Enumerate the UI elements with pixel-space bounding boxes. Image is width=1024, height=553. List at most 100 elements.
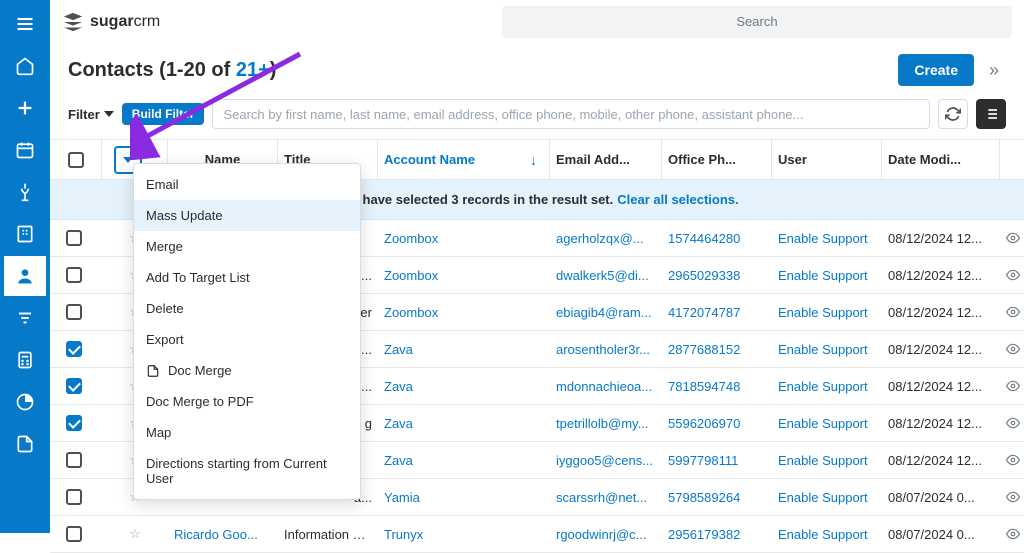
row-checkbox[interactable] [66, 267, 82, 283]
calendar-icon[interactable] [4, 130, 46, 170]
row-checkbox[interactable] [66, 415, 82, 431]
cell-user[interactable]: Enable Support [772, 453, 882, 468]
cell-name[interactable]: Ricardo Goo... [168, 527, 278, 542]
cell-phone[interactable]: 2877688152 [662, 342, 772, 357]
cell-user[interactable]: Enable Support [772, 268, 882, 283]
cell-email[interactable]: mdonnachieoa... [550, 379, 662, 394]
hamburger-icon[interactable] [4, 4, 46, 44]
dropdown-item-doc-merge-to-pdf[interactable]: Doc Merge to PDF [134, 386, 360, 417]
cell-user[interactable]: Enable Support [772, 231, 882, 246]
leads-icon[interactable] [4, 172, 46, 212]
dropdown-item-add-to-target-list[interactable]: Add To Target List [134, 262, 360, 293]
col-phone[interactable]: Office Ph... [662, 140, 772, 179]
cell-account[interactable]: Zava [378, 342, 550, 357]
cell-user[interactable]: Enable Support [772, 416, 882, 431]
cell-email[interactable]: tpetrillolb@my... [550, 416, 662, 431]
col-date[interactable]: Date Modi... [882, 140, 1000, 179]
dropdown-item-delete[interactable]: Delete [134, 293, 360, 324]
cell-phone[interactable]: 7818594748 [662, 379, 772, 394]
filter-toggle[interactable]: Filter [68, 107, 114, 122]
pie-chart-icon[interactable] [4, 382, 46, 422]
cell-account[interactable]: Zava [378, 379, 550, 394]
cell-email[interactable]: rgoodwinrj@c... [550, 527, 662, 542]
cell-date: 08/12/2024 12... [882, 268, 1000, 283]
topbar: sugarcrm Search [50, 0, 1024, 43]
cell-email[interactable]: arosentholer3r... [550, 342, 662, 357]
filter-icon[interactable] [4, 298, 46, 338]
cell-account[interactable]: Zoombox [378, 231, 550, 246]
row-checkbox[interactable] [66, 489, 82, 505]
preview-icon[interactable] [1000, 451, 1024, 469]
cell-user[interactable]: Enable Support [772, 527, 882, 542]
cell-account[interactable]: Yamia [378, 490, 550, 505]
cell-email[interactable]: dwalkerk5@di... [550, 268, 662, 283]
favorite-icon[interactable]: ☆ [102, 526, 168, 542]
cell-email[interactable]: iyggoo5@cens... [550, 453, 662, 468]
calculator-icon[interactable] [4, 340, 46, 380]
cell-phone[interactable]: 2956179382 [662, 527, 772, 542]
cell-phone[interactable]: 2965029338 [662, 268, 772, 283]
row-checkbox[interactable] [66, 230, 82, 246]
preview-icon[interactable] [1000, 340, 1024, 358]
preview-icon[interactable] [1000, 414, 1024, 432]
cell-account[interactable]: Zoombox [378, 305, 550, 320]
cell-user[interactable]: Enable Support [772, 305, 882, 320]
plus-icon[interactable] [4, 88, 46, 128]
cell-user[interactable]: Enable Support [772, 342, 882, 357]
refresh-button[interactable] [938, 99, 968, 129]
dropdown-item-email[interactable]: Email [134, 169, 360, 200]
col-user[interactable]: User [772, 140, 882, 179]
dropdown-item-doc-merge[interactable]: Doc Merge [134, 355, 360, 386]
preview-icon[interactable] [1000, 229, 1024, 247]
preview-icon[interactable] [1000, 377, 1024, 395]
cell-phone[interactable]: 4172074787 [662, 305, 772, 320]
filter-bar: Filter Build Filter [50, 95, 1024, 139]
list-view-button[interactable] [976, 99, 1006, 129]
row-checkbox[interactable] [66, 526, 82, 542]
filter-search-input[interactable] [212, 99, 930, 129]
more-actions-icon[interactable]: » [982, 53, 1006, 87]
cell-user[interactable]: Enable Support [772, 490, 882, 505]
preview-icon[interactable] [1000, 266, 1024, 284]
document-icon[interactable] [4, 424, 46, 464]
cell-phone[interactable]: 5596206970 [662, 416, 772, 431]
row-checkbox[interactable] [66, 378, 82, 394]
cell-account[interactable]: Zoombox [378, 268, 550, 283]
row-checkbox[interactable] [66, 452, 82, 468]
logo[interactable]: sugarcrm [62, 11, 160, 33]
clear-selections-link[interactable]: Clear all selections. [617, 192, 738, 207]
select-all-checkbox[interactable] [68, 152, 84, 168]
dropdown-item-directions-starting-from-current-user[interactable]: Directions starting from Current User [134, 448, 360, 494]
cell-email[interactable]: agerholzqx@... [550, 231, 662, 246]
dropdown-item-mass-update[interactable]: Mass Update [134, 200, 360, 231]
dropdown-item-merge[interactable]: Merge [134, 231, 360, 262]
doc-icon [146, 364, 160, 378]
cell-account[interactable]: Zava [378, 416, 550, 431]
contacts-icon[interactable] [4, 256, 46, 296]
cell-email[interactable]: scarssrh@net... [550, 490, 662, 505]
col-account[interactable]: Account Name ↓ [378, 140, 550, 179]
row-checkbox[interactable] [66, 304, 82, 320]
row-checkbox[interactable] [66, 341, 82, 357]
build-filter-button[interactable]: Build Filter [122, 103, 205, 125]
home-icon[interactable] [4, 46, 46, 86]
cell-email[interactable]: ebiagib4@ram... [550, 305, 662, 320]
cell-user[interactable]: Enable Support [772, 379, 882, 394]
cell-date: 08/12/2024 12... [882, 342, 1000, 357]
cell-phone[interactable]: 5798589264 [662, 490, 772, 505]
cell-account[interactable]: Trunyx [378, 527, 550, 542]
global-search[interactable]: Search [502, 6, 1012, 38]
cell-phone[interactable]: 5997798111 [662, 453, 772, 468]
preview-icon[interactable] [1000, 303, 1024, 321]
cell-phone[interactable]: 1574464280 [662, 231, 772, 246]
logo-text-light: crm [134, 13, 161, 30]
preview-icon[interactable] [1000, 525, 1024, 543]
dropdown-item-map[interactable]: Map [134, 417, 360, 448]
create-button[interactable]: Create [898, 54, 974, 86]
accounts-icon[interactable] [4, 214, 46, 254]
dropdown-item-export[interactable]: Export [134, 324, 360, 355]
page-title: Contacts (1-20 of 21+) [68, 59, 276, 82]
cell-account[interactable]: Zava [378, 453, 550, 468]
col-email[interactable]: Email Add... [550, 140, 662, 179]
preview-icon[interactable] [1000, 488, 1024, 506]
